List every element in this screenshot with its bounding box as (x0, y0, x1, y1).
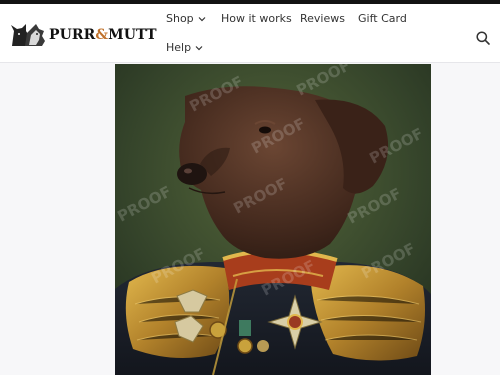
nav-shop[interactable]: Shop (166, 12, 206, 25)
chevron-down-icon (198, 16, 206, 21)
nav-reviews[interactable]: Reviews (300, 12, 345, 25)
brand-ampersand: & (95, 27, 109, 43)
brand-name-part2: MUTT (108, 27, 157, 43)
nav-shop-label: Shop (166, 12, 194, 25)
nav-gift-card-label: Gift Card (358, 12, 407, 25)
nav-reviews-label: Reviews (300, 12, 345, 25)
nav-gift-card[interactable]: Gift Card (358, 12, 407, 25)
nav-help[interactable]: Help (166, 41, 203, 54)
nav-help-label: Help (166, 41, 192, 54)
brand-name: PURR&MUTT (49, 27, 157, 43)
chevron-down-icon (195, 45, 203, 50)
dog-military-portrait: PROOF PROOF PROOF PROOF PROOF PROOF PROO… (115, 64, 431, 375)
brand-logo[interactable]: PURR&MUTT (9, 21, 157, 49)
site-header: PURR&MUTT Shop How it works Reviews Gift… (0, 4, 500, 63)
search-icon (476, 31, 490, 45)
brand-name-part1: PURR (49, 27, 96, 43)
product-portrait-image: PROOF PROOF PROOF PROOF PROOF PROOF PROO… (115, 64, 431, 375)
search-button[interactable] (475, 30, 491, 46)
nav-how-it-works-label: How it works (221, 12, 292, 25)
nav-how-it-works[interactable]: How it works (221, 12, 292, 25)
cat-dog-logo-icon (11, 24, 45, 46)
